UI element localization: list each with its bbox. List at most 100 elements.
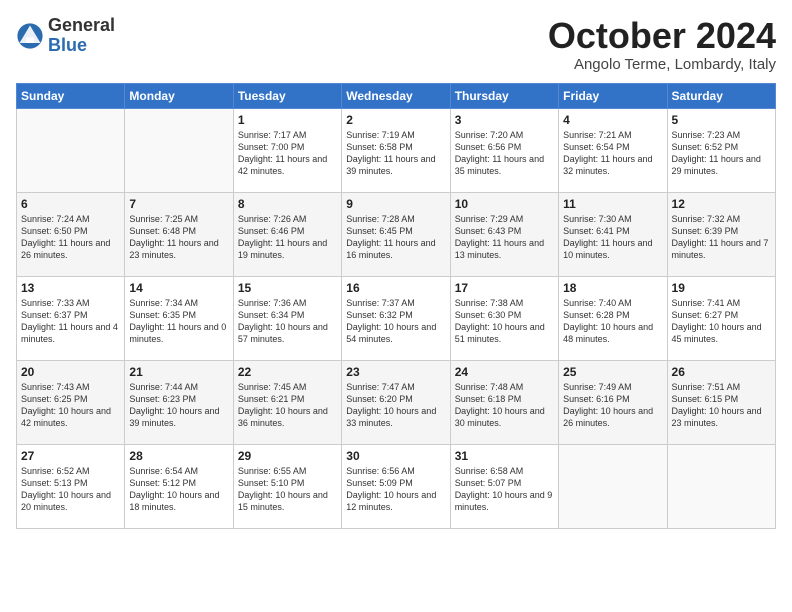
calendar-cell — [17, 108, 125, 192]
day-detail: Sunrise: 7:32 AM Sunset: 6:39 PM Dayligh… — [672, 213, 771, 262]
calendar-cell — [667, 444, 775, 528]
day-number: 19 — [672, 281, 771, 295]
day-detail: Sunrise: 7:45 AM Sunset: 6:21 PM Dayligh… — [238, 381, 337, 430]
calendar-cell: 6 Sunrise: 7:24 AM Sunset: 6:50 PM Daylig… — [17, 192, 125, 276]
calendar-cell: 1 Sunrise: 7:17 AM Sunset: 7:00 PM Daylig… — [233, 108, 341, 192]
week-row-2: 13 Sunrise: 7:33 AM Sunset: 6:37 PM Dayli… — [17, 276, 776, 360]
day-detail: Sunrise: 7:49 AM Sunset: 6:16 PM Dayligh… — [563, 381, 662, 430]
day-detail: Sunrise: 7:28 AM Sunset: 6:45 PM Dayligh… — [346, 213, 445, 262]
day-number: 30 — [346, 449, 445, 463]
calendar-cell: 2 Sunrise: 7:19 AM Sunset: 6:58 PM Daylig… — [342, 108, 450, 192]
day-number: 28 — [129, 449, 228, 463]
calendar-cell — [125, 108, 233, 192]
calendar-cell: 26Sunrise: 7:51 AM Sunset: 6:15 PM Dayli… — [667, 360, 775, 444]
calendar-cell: 19 Sunrise: 7:41 AM Sunset: 6:27 PM Dayli… — [667, 276, 775, 360]
header-cell-friday: Friday — [559, 83, 667, 108]
week-row-3: 20 Sunrise: 7:43 AM Sunset: 6:25 PM Dayli… — [17, 360, 776, 444]
day-number: 12 — [672, 197, 771, 211]
calendar-cell: 23Sunrise: 7:47 AM Sunset: 6:20 PM Dayli… — [342, 360, 450, 444]
day-detail: Sunrise: 7:21 AM Sunset: 6:54 PM Dayligh… — [563, 129, 662, 178]
calendar-cell: 10 Sunrise: 7:29 AM Sunset: 6:43 PM Dayli… — [450, 192, 558, 276]
day-number: 25 — [563, 365, 662, 379]
calendar-cell: 16Sunrise: 7:37 AM Sunset: 6:32 PM Dayli… — [342, 276, 450, 360]
day-detail: Sunrise: 7:29 AM Sunset: 6:43 PM Dayligh… — [455, 213, 554, 262]
day-number: 5 — [672, 113, 771, 127]
calendar-cell: 21Sunrise: 7:44 AM Sunset: 6:23 PM Dayli… — [125, 360, 233, 444]
calendar-cell: 15 Sunrise: 7:36 AM Sunset: 6:34 PM Dayli… — [233, 276, 341, 360]
day-detail: Sunrise: 7:25 AM Sunset: 6:48 PM Dayligh… — [129, 213, 228, 262]
header-cell-thursday: Thursday — [450, 83, 558, 108]
day-number: 4 — [563, 113, 662, 127]
day-detail: Sunrise: 7:43 AM Sunset: 6:25 PM Dayligh… — [21, 381, 120, 430]
day-number: 11 — [563, 197, 662, 211]
page-header: General Blue October 2024 Angolo Terme, … — [16, 16, 776, 73]
day-number: 29 — [238, 449, 337, 463]
day-detail: Sunrise: 7:48 AM Sunset: 6:18 PM Dayligh… — [455, 381, 554, 430]
day-number: 9 — [346, 197, 445, 211]
calendar-cell: 29 Sunrise: 6:55 AM Sunset: 5:10 PM Dayli… — [233, 444, 341, 528]
day-number: 27 — [21, 449, 120, 463]
calendar-cell: 22Sunrise: 7:45 AM Sunset: 6:21 PM Dayli… — [233, 360, 341, 444]
calendar-cell: 14 Sunrise: 7:34 AM Sunset: 6:35 PM Dayli… — [125, 276, 233, 360]
calendar-cell: 28 Sunrise: 6:54 AM Sunset: 5:12 PM Dayli… — [125, 444, 233, 528]
day-detail: Sunrise: 6:54 AM Sunset: 5:12 PM Dayligh… — [129, 465, 228, 514]
calendar-cell: 13 Sunrise: 7:33 AM Sunset: 6:37 PM Dayli… — [17, 276, 125, 360]
calendar-cell: 20 Sunrise: 7:43 AM Sunset: 6:25 PM Dayli… — [17, 360, 125, 444]
day-detail: Sunrise: 7:38 AM Sunset: 6:30 PM Dayligh… — [455, 297, 554, 346]
header-cell-tuesday: Tuesday — [233, 83, 341, 108]
day-detail: Sunrise: 7:36 AM Sunset: 6:34 PM Dayligh… — [238, 297, 337, 346]
calendar-cell: 12 Sunrise: 7:32 AM Sunset: 6:39 PM Dayli… — [667, 192, 775, 276]
logo: General Blue — [16, 16, 115, 56]
day-number: 23 — [346, 365, 445, 379]
calendar-cell: 27 Sunrise: 6:52 AM Sunset: 5:13 PM Dayli… — [17, 444, 125, 528]
calendar-cell: 3 Sunrise: 7:20 AM Sunset: 6:56 PM Daylig… — [450, 108, 558, 192]
day-detail: Sunrise: 6:58 AM Sunset: 5:07 PM Dayligh… — [455, 465, 554, 514]
day-number: 18 — [563, 281, 662, 295]
day-detail: Sunrise: 7:33 AM Sunset: 6:37 PM Dayligh… — [21, 297, 120, 346]
day-detail: Sunrise: 6:55 AM Sunset: 5:10 PM Dayligh… — [238, 465, 337, 514]
calendar-cell: 9 Sunrise: 7:28 AM Sunset: 6:45 PM Daylig… — [342, 192, 450, 276]
day-detail: Sunrise: 7:41 AM Sunset: 6:27 PM Dayligh… — [672, 297, 771, 346]
day-detail: Sunrise: 7:34 AM Sunset: 6:35 PM Dayligh… — [129, 297, 228, 346]
day-number: 13 — [21, 281, 120, 295]
day-number: 31 — [455, 449, 554, 463]
calendar-cell: 8Sunrise: 7:26 AM Sunset: 6:46 PM Daylig… — [233, 192, 341, 276]
header-cell-saturday: Saturday — [667, 83, 775, 108]
day-detail: Sunrise: 7:20 AM Sunset: 6:56 PM Dayligh… — [455, 129, 554, 178]
header-cell-monday: Monday — [125, 83, 233, 108]
day-number: 10 — [455, 197, 554, 211]
logo-general: General — [48, 16, 115, 36]
calendar-cell — [559, 444, 667, 528]
calendar-body: 1 Sunrise: 7:17 AM Sunset: 7:00 PM Daylig… — [17, 108, 776, 528]
title-block: October 2024 Angolo Terme, Lombardy, Ita… — [548, 16, 776, 73]
day-number: 20 — [21, 365, 120, 379]
day-number: 3 — [455, 113, 554, 127]
day-number: 14 — [129, 281, 228, 295]
calendar-cell: 30Sunrise: 6:56 AM Sunset: 5:09 PM Dayli… — [342, 444, 450, 528]
calendar-cell: 11Sunrise: 7:30 AM Sunset: 6:41 PM Dayli… — [559, 192, 667, 276]
calendar-cell: 17Sunrise: 7:38 AM Sunset: 6:30 PM Dayli… — [450, 276, 558, 360]
day-number: 6 — [21, 197, 120, 211]
day-detail: Sunrise: 7:19 AM Sunset: 6:58 PM Dayligh… — [346, 129, 445, 178]
logo-icon — [16, 22, 44, 50]
calendar-table: SundayMondayTuesdayWednesdayThursdayFrid… — [16, 83, 776, 529]
day-detail: Sunrise: 7:17 AM Sunset: 7:00 PM Dayligh… — [238, 129, 337, 178]
day-detail: Sunrise: 7:24 AM Sunset: 6:50 PM Dayligh… — [21, 213, 120, 262]
header-cell-wednesday: Wednesday — [342, 83, 450, 108]
logo-text: General Blue — [48, 16, 115, 56]
calendar-cell: 4 Sunrise: 7:21 AM Sunset: 6:54 PM Daylig… — [559, 108, 667, 192]
day-number: 2 — [346, 113, 445, 127]
week-row-1: 6 Sunrise: 7:24 AM Sunset: 6:50 PM Daylig… — [17, 192, 776, 276]
calendar-header: SundayMondayTuesdayWednesdayThursdayFrid… — [17, 83, 776, 108]
day-number: 21 — [129, 365, 228, 379]
calendar-cell: 25 Sunrise: 7:49 AM Sunset: 6:16 PM Dayli… — [559, 360, 667, 444]
day-number: 7 — [129, 197, 228, 211]
day-number: 1 — [238, 113, 337, 127]
day-number: 15 — [238, 281, 337, 295]
logo-blue: Blue — [48, 36, 115, 56]
day-detail: Sunrise: 7:26 AM Sunset: 6:46 PM Dayligh… — [238, 213, 337, 262]
day-number: 24 — [455, 365, 554, 379]
day-detail: Sunrise: 6:52 AM Sunset: 5:13 PM Dayligh… — [21, 465, 120, 514]
day-detail: Sunrise: 7:23 AM Sunset: 6:52 PM Dayligh… — [672, 129, 771, 178]
calendar-cell: 31 Sunrise: 6:58 AM Sunset: 5:07 PM Dayli… — [450, 444, 558, 528]
